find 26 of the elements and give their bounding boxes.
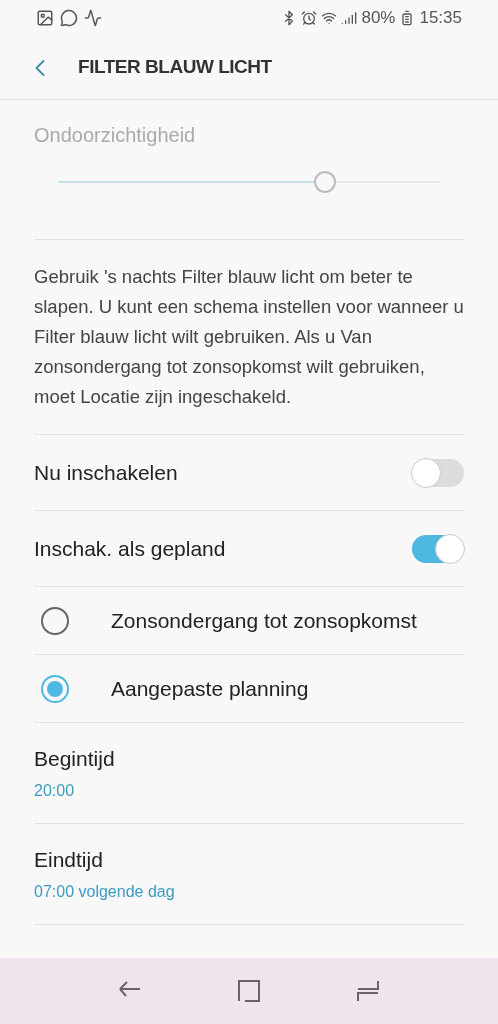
time-label: Begintijd <box>34 746 116 773</box>
home-icon[interactable] <box>237 979 261 1003</box>
battery-percentage: 80% <box>361 7 396 30</box>
setting-label: Nu inschakelen <box>34 459 178 486</box>
toggle-switch[interactable] <box>412 534 464 563</box>
time-value: 20:00 <box>34 780 76 801</box>
toggle-switch[interactable] <box>412 458 464 487</box>
gallery-icon <box>36 9 54 27</box>
page-title: FILTER BLAUW LICHT <box>78 55 272 80</box>
slider-label: Ondoorzichtigheid <box>34 123 197 148</box>
signal-icon <box>341 10 358 26</box>
clock-time: 15:35 <box>419 7 462 30</box>
radio-label: Aangepaste planning <box>111 675 309 702</box>
radio-button[interactable] <box>41 674 69 703</box>
time-label: Eindtijd <box>34 847 104 874</box>
opacity-slider[interactable] <box>58 170 440 194</box>
setting-label: Inschak. als gepland <box>34 535 226 562</box>
radio-button[interactable] <box>41 606 69 635</box>
alarm-icon <box>301 10 318 26</box>
chat-icon <box>60 9 78 27</box>
recent-apps-icon[interactable] <box>356 979 381 1003</box>
radio-label: Zonsondergang tot zonsopkomst <box>111 607 417 634</box>
description-text: Gebruik 's nachts Filter blauw licht om beter te slapen. U kunt een schema instellen voor wanneer u Filter blauw licht wilt gebruiken. Als u Van zonsondergang tot zonsopkomst wilt gebruiken, moet Locatie zijn ingeschakeld. <box>34 265 464 409</box>
time-value: 07:00 volgende dag <box>34 881 176 902</box>
wifi-icon <box>321 10 338 26</box>
activity-icon <box>84 9 102 27</box>
